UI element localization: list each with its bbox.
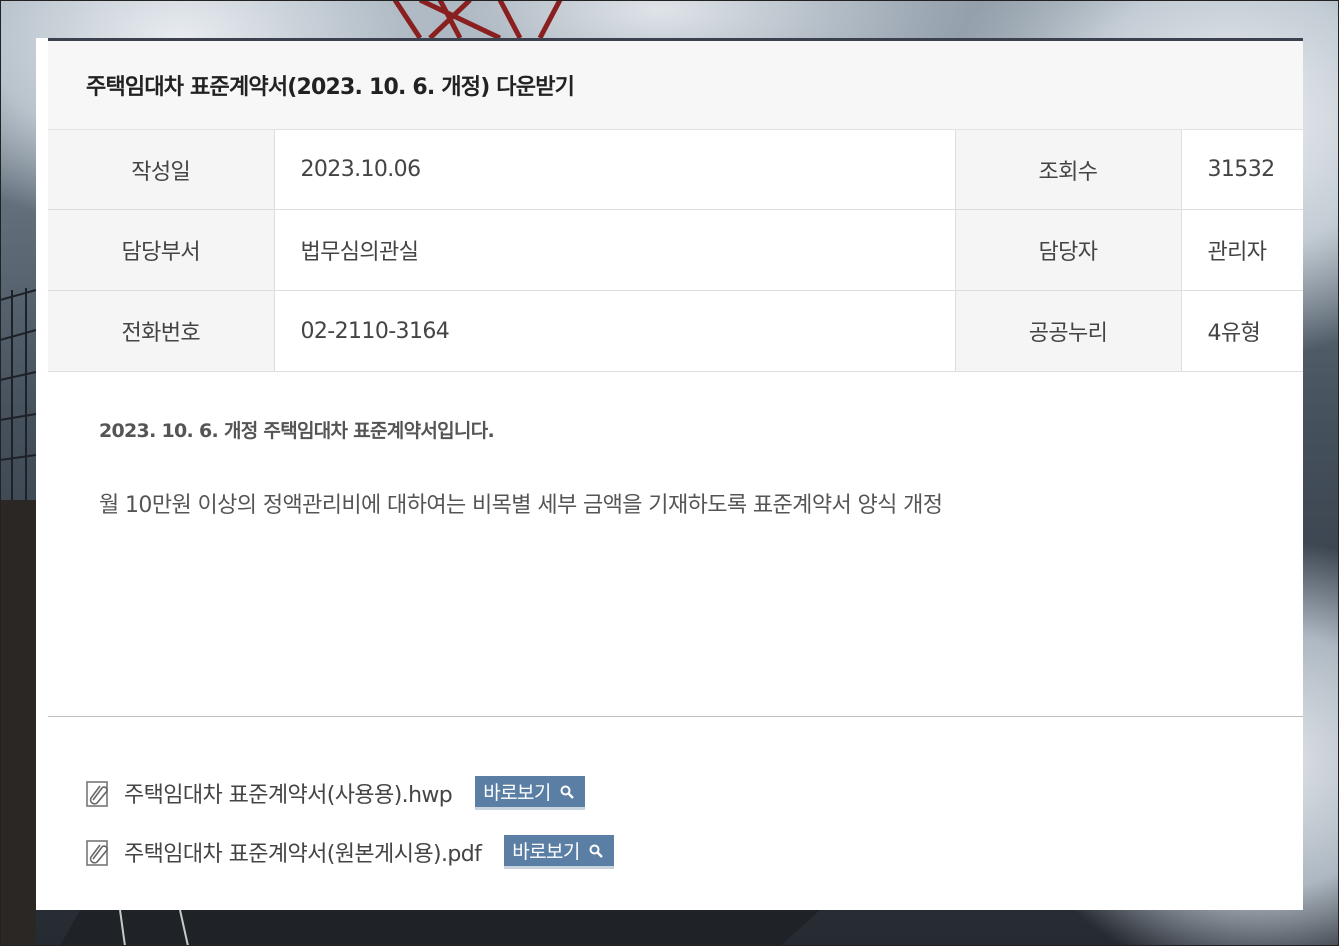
meta-row-department: 담당부서 법무심의관실 담당자 관리자: [48, 209, 1303, 291]
phone-label: 전화번호: [48, 290, 275, 372]
views-label: 조회수: [954, 130, 1182, 210]
phone-value: 02-2110-3164: [274, 290, 955, 372]
paperclip-icon: [86, 781, 108, 807]
post-title-bar: 주택임대차 표준계약서(2023. 10. 6. 개정) 다운받기: [48, 38, 1303, 130]
meta-row-phone: 전화번호 02-2110-3164 공공누리 4유형: [48, 290, 1303, 372]
views-value: 31532: [1181, 130, 1303, 210]
post-view: 주택임대차 표준계약서(2023. 10. 6. 개정) 다운받기 작성일 20…: [48, 38, 1303, 893]
post-title: 주택임대차 표준계약서(2023. 10. 6. 개정) 다운받기: [86, 75, 575, 100]
post-meta-table: 작성일 2023.10.06 조회수 31532 담당부서 법무심의관실 담당자…: [48, 130, 1303, 372]
department-value: 법무심의관실: [274, 209, 955, 291]
kogl-label: 공공누리: [954, 290, 1182, 372]
attachment-filename-link[interactable]: 주택임대차 표준계약서(원본게시용).pdf: [124, 836, 482, 868]
meta-row-date: 작성일 2023.10.06 조회수 31532: [48, 130, 1303, 210]
content-body: 월 10만원 이상의 정액관리비에 대하여는 비목별 세부 금액을 기재하도록 …: [99, 493, 943, 518]
manager-label: 담당자: [954, 209, 1182, 291]
preview-button[interactable]: 바로보기: [475, 776, 585, 810]
paperclip-icon: [86, 840, 108, 866]
magnifier-icon: [589, 844, 603, 858]
attachment-item: 주택임대차 표준계약서(사용용).hwp 바로보기: [86, 775, 1303, 811]
department-label: 담당부서: [48, 209, 275, 291]
date-value: 2023.10.06: [274, 130, 955, 210]
attachment-list: 주택임대차 표준계약서(사용용).hwp 바로보기 주택임대차 표준계약서(원본…: [48, 717, 1303, 870]
date-label: 작성일: [48, 130, 275, 210]
preview-button-label: 바로보기: [483, 782, 551, 804]
post-content: 2023. 10. 6. 개정 주택임대차 표준계약서입니다. 월 10만원 이…: [48, 372, 1303, 717]
manager-value: 관리자: [1181, 209, 1303, 291]
content-lead: 2023. 10. 6. 개정 주택임대차 표준계약서입니다.: [99, 420, 495, 442]
preview-button-label: 바로보기: [512, 841, 580, 863]
kogl-value: 4유형: [1181, 290, 1303, 372]
attachment-item: 주택임대차 표준계약서(원본게시용).pdf 바로보기: [86, 834, 1303, 870]
attachment-filename-link[interactable]: 주택임대차 표준계약서(사용용).hwp: [124, 777, 453, 809]
post-view-card: 주택임대차 표준계약서(2023. 10. 6. 개정) 다운받기 작성일 20…: [36, 38, 1303, 910]
magnifier-icon: [560, 785, 574, 799]
preview-button[interactable]: 바로보기: [504, 835, 614, 869]
